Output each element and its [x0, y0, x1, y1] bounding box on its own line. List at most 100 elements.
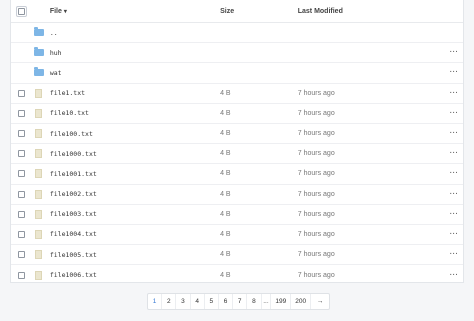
- file-table: File ▾ Size Last Modified .. huh ··· wat …: [10, 0, 464, 283]
- file-size: 4 B: [220, 271, 231, 279]
- row-checkbox[interactable]: [18, 150, 26, 158]
- file-icon: [34, 129, 42, 139]
- page-link-6[interactable]: 6: [219, 294, 234, 309]
- page-link-7[interactable]: 7: [233, 294, 248, 309]
- row-checkbox[interactable]: [18, 271, 26, 279]
- page-link-2[interactable]: 2: [162, 294, 177, 309]
- file-row[interactable]: file1004.txt 4 B 7 hours ago ···: [11, 225, 463, 246]
- file-name[interactable]: file1002.txt: [50, 190, 220, 198]
- more-actions-icon[interactable]: ···: [445, 231, 463, 238]
- file-size: 4 B: [220, 150, 231, 158]
- file-icon: [34, 88, 42, 98]
- row-checkbox[interactable]: [18, 89, 26, 97]
- file-row[interactable]: file1002.txt 4 B 7 hours ago ···: [11, 185, 463, 205]
- select-all-checkbox[interactable]: [16, 5, 28, 17]
- pagination-ellipsis: ...: [262, 294, 272, 309]
- row-checkbox[interactable]: [18, 230, 26, 238]
- next-page-arrow-icon[interactable]: →: [311, 294, 329, 309]
- file-modified: 7 hours ago: [297, 89, 335, 97]
- page-link-3[interactable]: 3: [176, 294, 191, 309]
- more-actions-icon[interactable]: ···: [445, 170, 463, 177]
- file-row[interactable]: file1001.txt 4 B 7 hours ago ···: [11, 164, 463, 185]
- row-checkbox[interactable]: [18, 190, 26, 198]
- more-actions-icon[interactable]: ···: [445, 211, 463, 218]
- column-header-file-label: File: [49, 7, 62, 15]
- file-size: 4 B: [220, 89, 231, 97]
- file-size: 4 B: [220, 170, 231, 178]
- sort-desc-icon: ▾: [63, 8, 67, 15]
- file-icon: [34, 209, 42, 219]
- file-row[interactable]: file1000.txt 4 B 7 hours ago ···: [11, 144, 463, 165]
- select-all-cell: [11, 5, 33, 17]
- file-size: 4 B: [220, 210, 231, 218]
- file-icon: [34, 108, 42, 118]
- folder-icon: [33, 47, 44, 57]
- file-icon: [34, 229, 42, 239]
- file-name[interactable]: file1003.txt: [50, 210, 220, 218]
- folder-name[interactable]: huh: [50, 49, 220, 57]
- page-link-4[interactable]: 4: [191, 294, 205, 309]
- row-checkbox[interactable]: [18, 109, 26, 117]
- file-icon: [34, 189, 42, 199]
- row-checkbox[interactable]: [18, 210, 26, 218]
- file-modified: 7 hours ago: [297, 150, 335, 158]
- file-modified: 7 hours ago: [297, 170, 335, 178]
- more-actions-icon[interactable]: ···: [445, 150, 463, 157]
- file-row[interactable]: file1.txt 4 B 7 hours ago ···: [11, 84, 463, 104]
- page-link-5[interactable]: 5: [205, 294, 219, 309]
- file-row[interactable]: file1005.txt 4 B 7 hours ago ···: [11, 245, 463, 266]
- file-row[interactable]: file1006.txt 4 B 7 hours ago ···: [11, 265, 463, 285]
- row-checkbox[interactable]: [18, 170, 26, 178]
- file-modified: 7 hours ago: [297, 130, 335, 138]
- file-size: 4 B: [220, 251, 231, 259]
- more-actions-icon[interactable]: ···: [445, 130, 463, 137]
- more-actions-icon[interactable]: ···: [445, 90, 463, 97]
- file-modified: 7 hours ago: [297, 210, 335, 218]
- file-row[interactable]: file10.txt 4 B 7 hours ago ···: [11, 104, 463, 124]
- column-header-file[interactable]: File ▾: [50, 8, 220, 15]
- more-actions-icon[interactable]: ···: [445, 49, 463, 56]
- file-modified: 7 hours ago: [297, 230, 335, 238]
- page-link-200[interactable]: 200: [291, 294, 312, 309]
- file-icon: [34, 250, 42, 260]
- file-row[interactable]: file100.txt 4 B 7 hours ago ···: [11, 124, 463, 145]
- row-checkbox[interactable]: [18, 251, 26, 259]
- page-link-1[interactable]: 1: [148, 294, 163, 309]
- file-name[interactable]: file10.txt: [50, 109, 220, 117]
- file-row[interactable]: file1003.txt 4 B 7 hours ago ···: [11, 205, 463, 225]
- folder-icon: [33, 27, 44, 37]
- file-modified: 7 hours ago: [297, 271, 335, 279]
- file-name[interactable]: file100.txt: [50, 130, 220, 138]
- file-name[interactable]: file1006.txt: [50, 271, 220, 279]
- file-name[interactable]: file1005.txt: [50, 251, 220, 259]
- file-size: 4 B: [220, 109, 231, 117]
- more-actions-icon[interactable]: ···: [445, 272, 463, 279]
- column-header-last-modified[interactable]: Last Modified: [298, 8, 445, 15]
- file-icon: [34, 270, 42, 280]
- page-link-8[interactable]: 8: [247, 294, 262, 309]
- folder-row-wat[interactable]: wat ···: [11, 63, 463, 84]
- file-name[interactable]: file1001.txt: [50, 170, 220, 178]
- file-modified: 7 hours ago: [297, 251, 335, 259]
- file-modified: 7 hours ago: [297, 190, 335, 198]
- table-header: File ▾ Size Last Modified: [11, 0, 463, 23]
- folder-icon: [33, 67, 44, 77]
- folder-row-huh[interactable]: huh ···: [11, 43, 463, 64]
- file-name[interactable]: file1004.txt: [50, 230, 220, 238]
- page-link-199[interactable]: 199: [271, 294, 292, 309]
- folder-row-parent[interactable]: ..: [11, 23, 463, 44]
- file-name[interactable]: file1000.txt: [50, 150, 220, 158]
- file-modified: 7 hours ago: [297, 109, 335, 117]
- more-actions-icon[interactable]: ···: [445, 251, 463, 258]
- row-checkbox[interactable]: [18, 130, 26, 138]
- column-header-size[interactable]: Size: [220, 8, 298, 15]
- folder-name[interactable]: ..: [50, 29, 220, 37]
- file-name[interactable]: file1.txt: [50, 89, 220, 97]
- folder-name[interactable]: wat: [50, 69, 220, 77]
- file-icon: [34, 149, 42, 159]
- more-actions-icon[interactable]: ···: [445, 69, 463, 76]
- file-size: 4 B: [220, 230, 231, 238]
- more-actions-icon[interactable]: ···: [445, 191, 463, 198]
- more-actions-icon[interactable]: ···: [445, 110, 463, 117]
- file-size: 4 B: [220, 190, 231, 198]
